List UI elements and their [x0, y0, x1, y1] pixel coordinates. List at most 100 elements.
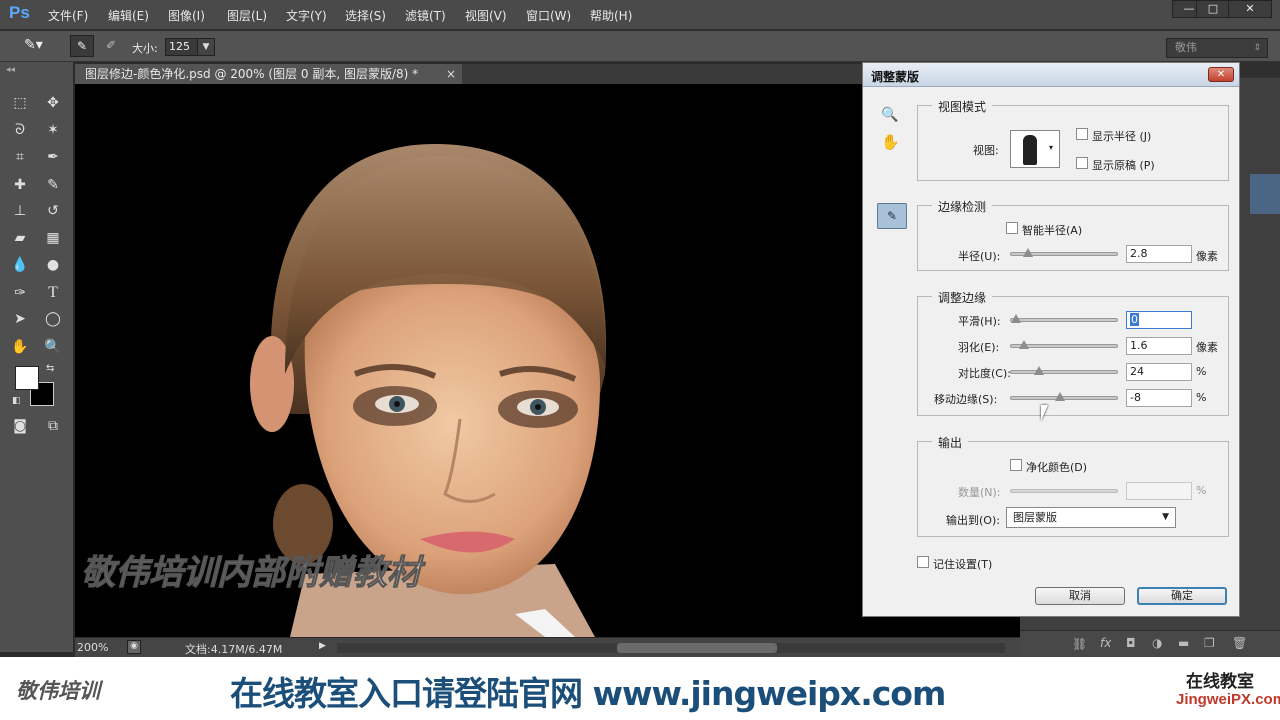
pen-tool-icon[interactable]: ✑	[9, 282, 31, 304]
selected-layer-strip[interactable]	[1250, 174, 1280, 214]
adjustment-layer-icon[interactable]: ◑	[1152, 636, 1162, 650]
dialog-titlebar[interactable]: 调整蒙版 ✕	[863, 63, 1239, 87]
show-original-checkbox[interactable]	[1076, 157, 1088, 169]
show-radius-label: 显示半径 (J)	[1092, 130, 1152, 143]
maximize-button[interactable]: □	[1196, 0, 1230, 18]
banner-side-url[interactable]: JingweiPX.com	[1176, 691, 1280, 708]
radius-slider-thumb[interactable]	[1023, 248, 1034, 257]
menu-edit[interactable]: 编辑(E)	[108, 7, 149, 24]
size-dropdown-chevron-icon[interactable]: ▼	[197, 38, 215, 56]
eraser-tool-icon[interactable]: ▰	[9, 227, 31, 249]
healing-brush-tool-icon[interactable]: ✚	[9, 174, 31, 196]
path-selection-tool-icon[interactable]: ➤	[9, 308, 31, 330]
remember-settings-checkbox[interactable]	[917, 556, 929, 568]
decontaminate-checkbox[interactable]	[1010, 459, 1022, 471]
collapse-arrows-icon[interactable]: ◂◂	[6, 65, 15, 75]
banner-slogan[interactable]: 在线教室入口请登陆官网 www.jingweipx.com	[230, 667, 946, 715]
workspace-switcher[interactable]: 敬伟 ⇕	[1166, 38, 1268, 58]
mouse-cursor-icon	[1041, 405, 1048, 421]
swap-colors-icon[interactable]: ⇆	[46, 363, 54, 374]
eyedropper-tool-icon[interactable]: ✒	[42, 146, 64, 168]
dialog-close-button[interactable]: ✕	[1208, 67, 1234, 82]
default-colors-icon[interactable]: ◧	[12, 396, 21, 406]
contrast-input[interactable]: 24	[1126, 363, 1192, 381]
rect-marquee-tool-icon[interactable]: ⬚	[9, 92, 31, 114]
brush-tool-icon[interactable]: ✎	[42, 174, 64, 196]
figure-thumbnail-icon	[1023, 135, 1037, 165]
refine-radius-tool-button[interactable]: ✎	[877, 203, 907, 229]
erase-refinements-tool-icon[interactable]: ✐	[100, 35, 122, 57]
screen-mode-icon[interactable]: ⧉	[42, 415, 64, 437]
hand-tool-icon[interactable]: ✋	[9, 336, 31, 358]
view-thumbnail[interactable]: ▾	[1010, 130, 1060, 168]
status-menu-icon[interactable]: ◉	[127, 640, 141, 654]
type-tool-icon[interactable]: T	[42, 282, 64, 304]
banner-side-title: 在线教室	[1186, 672, 1254, 692]
move-tool-icon[interactable]: ✥	[42, 92, 64, 114]
ok-button[interactable]: 确定	[1137, 587, 1227, 605]
menu-filter[interactable]: 滤镜(T)	[405, 7, 446, 24]
zoom-tool-icon[interactable]: 🔍	[42, 336, 64, 358]
menu-layer[interactable]: 图层(L)	[227, 7, 267, 24]
feather-slider-thumb[interactable]	[1018, 340, 1029, 349]
new-layer-icon[interactable]: ❐	[1204, 636, 1215, 650]
document-tab[interactable]: 图层修边-颜色净化.psd @ 200% (图层 0 副本, 图层蒙版/8) *…	[75, 64, 462, 84]
menu-type[interactable]: 文字(Y)	[286, 7, 327, 24]
show-radius-checkbox[interactable]	[1076, 128, 1088, 140]
output-to-select[interactable]: 图层蒙版 ▼	[1006, 507, 1176, 528]
status-arrow-icon[interactable]: ▶	[319, 641, 326, 651]
fx-icon[interactable]: fx	[1100, 636, 1111, 650]
amount-slider[interactable]	[1010, 489, 1118, 493]
zoom-tool-icon-dialog[interactable]: 🔍	[881, 107, 898, 123]
ellipse-tool-icon[interactable]: ◯	[42, 308, 64, 330]
radius-unit: 像素	[1196, 250, 1218, 263]
horizontal-scrollbar[interactable]	[337, 643, 1005, 653]
shift-edge-input[interactable]: -8	[1126, 389, 1192, 407]
close-tab-icon[interactable]: ×	[446, 64, 456, 84]
radius-input[interactable]: 2.8	[1126, 245, 1192, 263]
crop-tool-icon[interactable]: ⌗	[9, 146, 31, 168]
smooth-input[interactable]: 0	[1126, 311, 1192, 329]
clone-stamp-tool-icon[interactable]: ⊥	[9, 200, 31, 222]
dodge-tool-icon[interactable]: ●	[42, 254, 64, 276]
contrast-slider[interactable]	[1010, 366, 1118, 375]
smart-radius-checkbox[interactable]	[1006, 222, 1018, 234]
shift-edge-slider-thumb[interactable]	[1055, 392, 1066, 401]
cancel-button[interactable]: 取消	[1035, 587, 1125, 605]
menu-help[interactable]: 帮助(H)	[590, 7, 632, 24]
gradient-tool-icon[interactable]: ▦	[42, 227, 64, 249]
menu-window[interactable]: 窗口(W)	[526, 7, 571, 24]
view-dropdown-chevron-icon: ▾	[1049, 143, 1054, 152]
lasso-tool-icon[interactable]: ᘐ	[9, 119, 31, 141]
menu-view[interactable]: 视图(V)	[465, 7, 507, 24]
shift-edge-slider[interactable]	[1010, 392, 1118, 401]
contrast-slider-thumb[interactable]	[1034, 366, 1045, 375]
new-group-icon[interactable]: ▬	[1178, 636, 1189, 650]
brush-preset-icon[interactable]: ✎▾	[24, 37, 60, 55]
add-mask-icon[interactable]: ◘	[1126, 636, 1136, 650]
smooth-slider-thumb[interactable]	[1011, 314, 1021, 323]
hand-tool-icon-dialog[interactable]: ✋	[881, 133, 900, 151]
radius-slider[interactable]	[1010, 248, 1118, 257]
blur-tool-icon[interactable]: 💧	[9, 254, 31, 276]
feather-slider[interactable]	[1010, 340, 1118, 349]
menu-file[interactable]: 文件(F)	[48, 7, 88, 24]
menu-image[interactable]: 图像(I)	[168, 7, 205, 24]
magic-wand-tool-icon[interactable]: ✶	[42, 119, 64, 141]
radius-label: 半径(U):	[958, 250, 1001, 263]
zoom-level[interactable]: 200%	[77, 641, 108, 654]
close-window-button[interactable]: ✕	[1228, 0, 1272, 18]
smooth-slider[interactable]	[1010, 314, 1118, 323]
trash-icon[interactable]: 🗑	[1232, 636, 1247, 650]
brush-size-input[interactable]: 125	[165, 38, 199, 56]
foreground-color-swatch[interactable]	[15, 366, 39, 390]
scrollbar-thumb[interactable]	[617, 643, 777, 653]
feather-input[interactable]: 1.6	[1126, 337, 1192, 355]
link-layers-icon[interactable]: ⛓	[1072, 637, 1087, 651]
quick-mask-icon[interactable]: ◙	[9, 415, 31, 437]
menu-select[interactable]: 选择(S)	[345, 7, 386, 24]
amount-input[interactable]	[1126, 482, 1192, 500]
refine-radius-tool-icon[interactable]: ✎	[70, 35, 94, 57]
history-brush-tool-icon[interactable]: ↺	[42, 200, 64, 222]
edge-detection-group: 边缘检测 智能半径(A) 半径(U): 2.8 像素	[917, 198, 1229, 271]
